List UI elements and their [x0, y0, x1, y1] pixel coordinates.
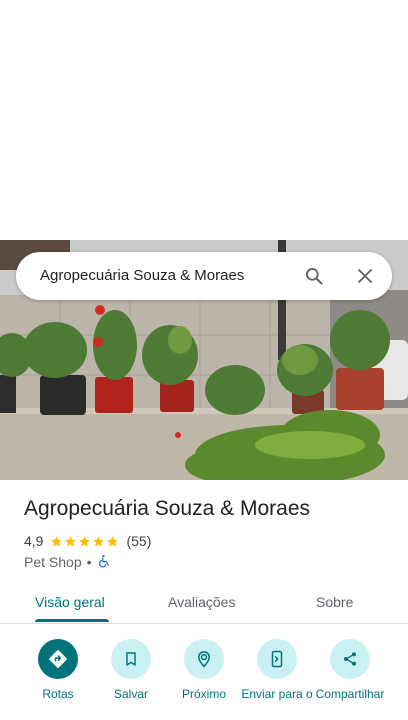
place-title: Agropecuária Souza & Moraes	[24, 497, 310, 520]
star-rating	[50, 535, 120, 548]
save-label: Salvar	[113, 687, 148, 701]
star-icon	[107, 535, 119, 547]
tab-about[interactable]: Sobre	[316, 582, 353, 624]
bookmark-icon	[111, 639, 151, 679]
rating-value: 4,9	[24, 533, 44, 549]
search-bar[interactable]: Agropecuária Souza & Moraes	[16, 252, 392, 300]
place-category: Pet Shop	[24, 554, 82, 570]
app-root: Agropecuária Souza & Moraes Agropecuária…	[0, 0, 408, 720]
active-tab-indicator	[35, 619, 109, 622]
share-label: Compartilhar	[315, 687, 385, 701]
directions-button[interactable]: Rotas	[21, 639, 95, 702]
save-button[interactable]: Salvar	[94, 639, 168, 702]
tab-overview[interactable]: Visão geral	[35, 582, 105, 624]
search-icon[interactable]	[302, 264, 326, 288]
review-count: (55)	[126, 533, 152, 549]
nearby-label: Próximo	[181, 687, 226, 701]
share-icon	[330, 639, 370, 679]
nearby-button[interactable]: Próximo	[167, 639, 241, 702]
tab-bar: Visão geral Avaliações Sobre	[0, 582, 408, 624]
send-to-phone-label: Enviar para o	[241, 687, 313, 701]
close-icon[interactable]	[353, 264, 377, 288]
tab-reviews[interactable]: Avaliações	[168, 582, 235, 624]
directions-icon	[38, 639, 78, 679]
wheelchair-icon	[97, 554, 111, 571]
send-to-phone-button[interactable]: Enviar para o	[240, 639, 314, 702]
star-icon	[65, 535, 77, 547]
directions-label: Rotas	[42, 687, 74, 701]
star-icon	[51, 535, 63, 547]
share-button[interactable]: Compartilhar	[313, 639, 387, 702]
star-icon	[93, 535, 105, 547]
separator-dot: •	[86, 554, 92, 570]
rating-row[interactable]: 4,9 (55)	[24, 532, 151, 550]
search-input[interactable]: Agropecuária Souza & Moraes	[40, 252, 244, 300]
send-to-phone-icon	[257, 639, 297, 679]
nearby-icon	[184, 639, 224, 679]
category-row: Pet Shop •	[24, 553, 111, 571]
star-icon	[79, 535, 91, 547]
